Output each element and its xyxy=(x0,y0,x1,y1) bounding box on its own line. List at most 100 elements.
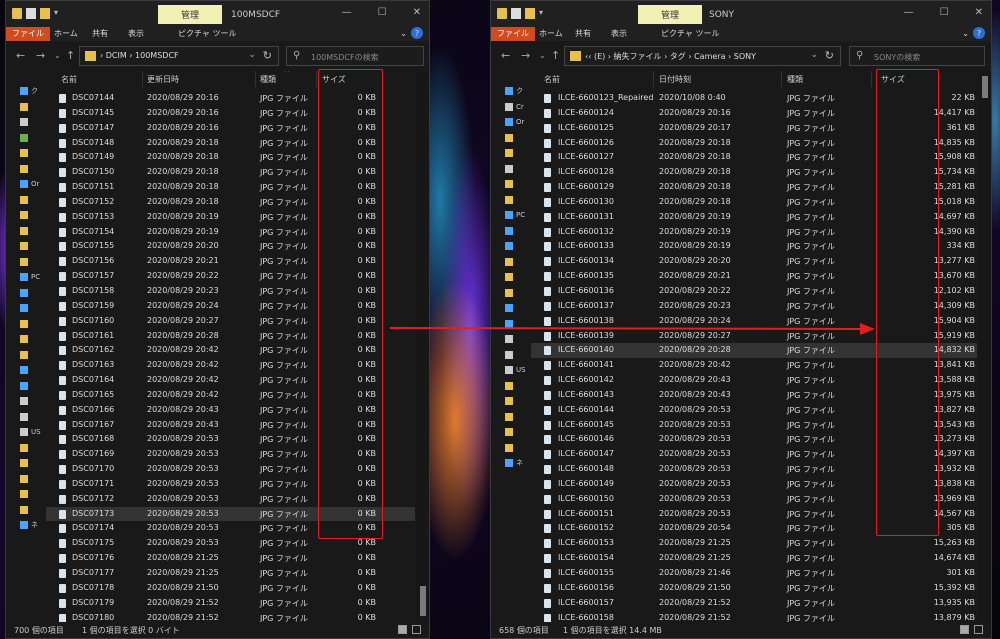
table-row[interactable]: DSC07178 2020/08/29 21:50 JPG ファイル 0 KB xyxy=(46,581,415,596)
tab-manage[interactable]: 管理 xyxy=(638,5,702,24)
nav-item[interactable] xyxy=(20,488,46,500)
nav-item[interactable] xyxy=(505,240,531,252)
nav-item[interactable] xyxy=(505,442,531,454)
tab-home[interactable]: ホーム xyxy=(54,27,78,41)
table-row[interactable]: ILCE-6600157 2020/08/29 21:52 JPG ファイル 13,9… xyxy=(531,596,977,611)
table-row[interactable]: ILCE-6600156 2020/08/29 21:50 JPG ファイル 15,3… xyxy=(531,581,977,596)
nav-item[interactable] xyxy=(20,163,46,175)
nav-item[interactable] xyxy=(20,395,46,407)
expand-ribbon-icon[interactable]: ⌄ xyxy=(400,27,407,41)
nav-item[interactable]: PC xyxy=(20,271,46,283)
nav-item[interactable] xyxy=(20,302,46,314)
tab-file[interactable]: ファイル xyxy=(6,27,50,41)
nav-item[interactable] xyxy=(20,194,46,206)
nav-item[interactable] xyxy=(505,395,531,407)
nav-item[interactable]: US xyxy=(20,426,46,438)
tab-share[interactable]: 共有 xyxy=(92,27,108,41)
tab-picture-tools[interactable]: ピクチャ ツール xyxy=(178,27,236,41)
scrollbar-thumb[interactable] xyxy=(982,76,988,98)
minimize-icon[interactable]: — xyxy=(904,7,914,18)
details-view-icon[interactable] xyxy=(398,625,407,634)
up-icon[interactable]: ↑ xyxy=(551,49,560,62)
nav-item[interactable] xyxy=(20,457,46,469)
nav-item[interactable] xyxy=(20,473,46,485)
scrollbar[interactable] xyxy=(979,71,991,622)
nav-item[interactable] xyxy=(505,287,531,299)
table-row[interactable]: DSC07177 2020/08/29 21:25 JPG ファイル 0 KB xyxy=(46,566,415,581)
nav-item[interactable]: ネ xyxy=(505,457,531,469)
quick-access-toolbar[interactable]: ▾ xyxy=(12,8,60,19)
column-date[interactable]: 更新日時 xyxy=(147,74,179,85)
nav-item[interactable] xyxy=(20,209,46,221)
nav-item[interactable] xyxy=(505,426,531,438)
table-row[interactable]: ILCE-6600154 2020/08/29 21:25 JPG ファイル 14,6… xyxy=(531,551,977,566)
close-icon[interactable]: ✕ xyxy=(413,7,421,18)
minimize-icon[interactable]: — xyxy=(342,7,352,18)
nav-item[interactable] xyxy=(505,302,531,314)
maximize-icon[interactable]: ☐ xyxy=(940,7,949,18)
table-row[interactable]: DSC07176 2020/08/29 21:25 JPG ファイル 0 KB xyxy=(46,551,415,566)
nav-item[interactable] xyxy=(20,442,46,454)
nav-item[interactable]: ク xyxy=(20,85,46,97)
nav-item[interactable] xyxy=(20,240,46,252)
nav-item[interactable]: US xyxy=(505,364,531,376)
nav-item[interactable] xyxy=(20,132,46,144)
nav-item[interactable] xyxy=(20,364,46,376)
nav-item[interactable] xyxy=(505,147,531,159)
breadcrumb[interactable]: ‹‹ (E) › 納失ファイル › タグ › Camera › SONY xyxy=(585,51,756,62)
recent-locations-icon[interactable]: ⌄ xyxy=(54,51,61,60)
breadcrumb[interactable]: › DCIM › 100MSDCF xyxy=(100,51,179,60)
nav-item[interactable]: Or xyxy=(20,178,46,190)
nav-item[interactable]: Or xyxy=(505,116,531,128)
nav-item[interactable]: PC xyxy=(505,209,531,221)
tab-view[interactable]: 表示 xyxy=(128,27,144,41)
tab-share[interactable]: 共有 xyxy=(575,27,591,41)
column-type[interactable]: 種類 xyxy=(260,74,276,85)
nav-item[interactable] xyxy=(505,271,531,283)
address-bar[interactable]: › DCIM › 100MSDCF ⌄ ↻ xyxy=(79,46,279,66)
nav-item[interactable] xyxy=(20,333,46,345)
tab-view[interactable]: 表示 xyxy=(611,27,627,41)
nav-item[interactable]: ク xyxy=(505,85,531,97)
refresh-icon[interactable]: ↻ xyxy=(263,49,272,62)
help-icon[interactable]: ? xyxy=(411,27,423,39)
forward-icon[interactable]: → xyxy=(36,49,45,62)
address-bar[interactable]: ‹‹ (E) › 納失ファイル › タグ › Camera › SONY ⌄ ↻ xyxy=(564,46,841,66)
nav-item[interactable] xyxy=(20,116,46,128)
search-input[interactable]: ⚲ SONYの検索 xyxy=(849,46,985,66)
nav-item[interactable] xyxy=(505,411,531,423)
nav-item[interactable] xyxy=(505,256,531,268)
nav-item[interactable] xyxy=(20,101,46,113)
up-icon[interactable]: ↑ xyxy=(66,49,75,62)
recent-locations-icon[interactable]: ⌄ xyxy=(539,51,546,60)
tab-home[interactable]: ホーム xyxy=(539,27,563,41)
scrollbar[interactable] xyxy=(417,71,429,622)
new-folder-icon[interactable] xyxy=(525,8,535,19)
chevron-down-icon[interactable]: ▾ xyxy=(54,8,60,19)
nav-item[interactable] xyxy=(505,194,531,206)
nav-item[interactable] xyxy=(20,287,46,299)
nav-item[interactable] xyxy=(20,380,46,392)
column-date[interactable]: 日付時刻 xyxy=(659,74,691,85)
expand-ribbon-icon[interactable]: ⌄ xyxy=(962,27,969,41)
quick-access-toolbar[interactable]: ▾ xyxy=(497,8,545,19)
nav-item[interactable]: ネ xyxy=(20,519,46,531)
chevron-down-icon[interactable]: ⌄ xyxy=(248,50,256,60)
nav-item[interactable] xyxy=(20,256,46,268)
nav-item[interactable] xyxy=(505,178,531,190)
close-icon[interactable]: ✕ xyxy=(975,7,983,18)
nav-item[interactable] xyxy=(20,504,46,516)
nav-item[interactable] xyxy=(20,318,46,330)
column-name[interactable]: 名前 xyxy=(544,74,560,85)
nav-item[interactable] xyxy=(20,147,46,159)
column-name[interactable]: 名前 xyxy=(61,74,77,85)
properties-icon[interactable] xyxy=(511,8,521,19)
details-view-icon[interactable] xyxy=(960,625,969,634)
large-icons-view-icon[interactable] xyxy=(412,625,421,634)
refresh-icon[interactable]: ↻ xyxy=(825,49,834,62)
nav-item[interactable] xyxy=(505,349,531,361)
search-input[interactable]: ⚲ 100MSDCFの検索 xyxy=(286,46,424,66)
table-row[interactable]: DSC07180 2020/08/29 21:52 JPG ファイル 0 KB xyxy=(46,611,415,622)
tab-picture-tools[interactable]: ピクチャ ツール xyxy=(661,27,719,41)
nav-item[interactable] xyxy=(20,349,46,361)
